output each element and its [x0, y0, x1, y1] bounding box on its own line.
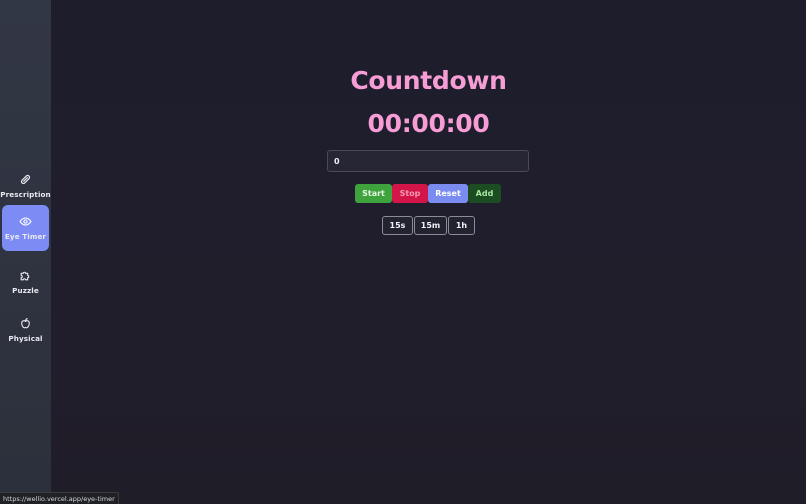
sidebar-item-label: Prescription: [0, 190, 51, 199]
preset-1h-button[interactable]: 1h: [448, 216, 475, 235]
sidebar: Prescription Eye Timer Puzzle Physical: [0, 0, 51, 504]
countdown-display: 00:00:00: [367, 109, 490, 138]
puzzle-icon: [20, 271, 30, 281]
pill-icon: [20, 174, 31, 185]
sidebar-item-eye-timer[interactable]: Eye Timer: [2, 205, 49, 251]
status-bar-url: https://wellio.vercel.app/eye-timer: [0, 492, 119, 504]
preset-15s-button[interactable]: 15s: [382, 216, 413, 235]
preset-15m-button[interactable]: 15m: [414, 216, 447, 235]
sidebar-item-label: Eye Timer: [4, 232, 47, 241]
timer-controls: Start Stop Reset Add: [355, 184, 501, 203]
sidebar-item-physical[interactable]: Physical: [2, 307, 49, 353]
main-content: Countdown 00:00:00 Start Stop Reset Add …: [51, 0, 806, 504]
sidebar-item-puzzle[interactable]: Puzzle: [2, 259, 49, 305]
page-title: Countdown: [350, 66, 507, 95]
time-input[interactable]: [327, 150, 529, 172]
reset-button[interactable]: Reset: [428, 184, 468, 203]
apple-icon: [21, 318, 30, 329]
start-button[interactable]: Start: [355, 184, 392, 203]
stop-button[interactable]: Stop: [392, 184, 428, 203]
sidebar-item-label: Physical: [8, 334, 43, 343]
sidebar-item-prescription[interactable]: Prescription: [0, 163, 51, 209]
eye-icon: [19, 217, 32, 226]
sidebar-item-label: Puzzle: [12, 286, 39, 295]
add-button[interactable]: Add: [468, 184, 501, 203]
preset-buttons: 15s 15m 1h: [382, 216, 476, 235]
